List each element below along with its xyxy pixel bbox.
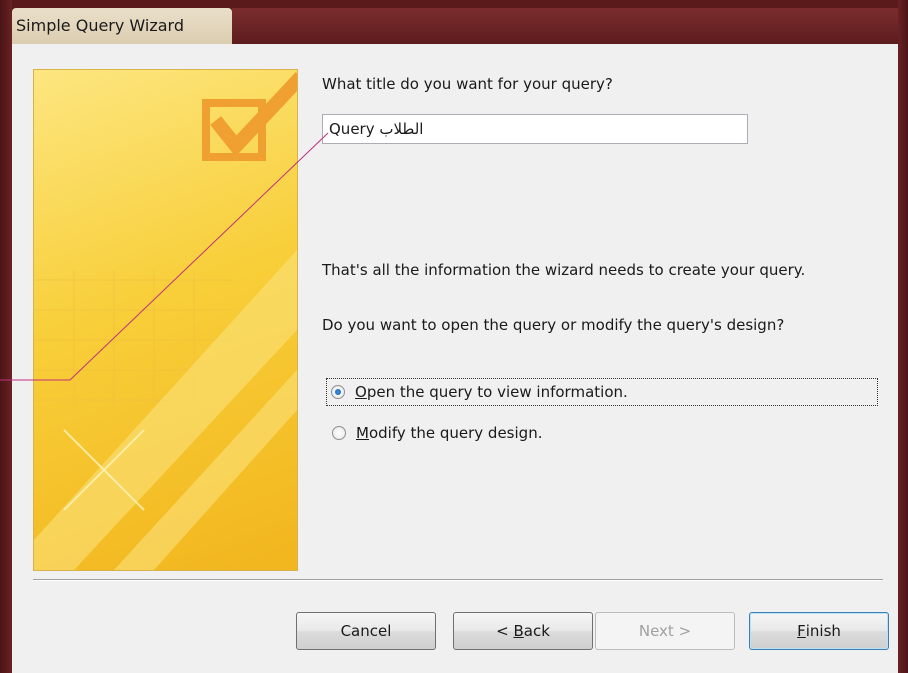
option-modify-design[interactable]: Modify the query design.: [326, 424, 542, 442]
titlebar-strip[interactable]: [232, 8, 898, 44]
query-title-input[interactable]: [322, 114, 748, 144]
window-frame-right: [898, 0, 908, 673]
checkmark-icon: [202, 72, 297, 161]
titlebar[interactable]: Simple Query Wizard: [12, 8, 232, 44]
window-title: Simple Query Wizard: [16, 16, 184, 35]
button-separator: [33, 579, 883, 581]
radio-icon[interactable]: [332, 426, 346, 440]
open-or-modify-question: Do you want to open the query or modify …: [322, 316, 785, 334]
window-frame-left: [0, 0, 12, 673]
window-frame-top: [0, 0, 908, 8]
option-open-query[interactable]: Open the query to view information.: [326, 378, 878, 406]
finish-button[interactable]: Finish: [749, 612, 889, 650]
next-button[interactable]: Next >: [595, 612, 735, 650]
option-modify-design-label: Modify the query design.: [356, 424, 543, 442]
wizard-dialog: What title do you want for your query? T…: [12, 44, 898, 673]
radio-icon[interactable]: [331, 385, 345, 399]
cancel-button[interactable]: Cancel: [296, 612, 436, 650]
query-title-prompt: What title do you want for your query?: [322, 75, 613, 93]
wizard-info-text: That's all the information the wizard ne…: [322, 261, 806, 279]
wizard-banner-image: [33, 69, 298, 571]
option-open-query-label: Open the query to view information.: [355, 383, 628, 401]
back-button[interactable]: < Back: [453, 612, 593, 650]
